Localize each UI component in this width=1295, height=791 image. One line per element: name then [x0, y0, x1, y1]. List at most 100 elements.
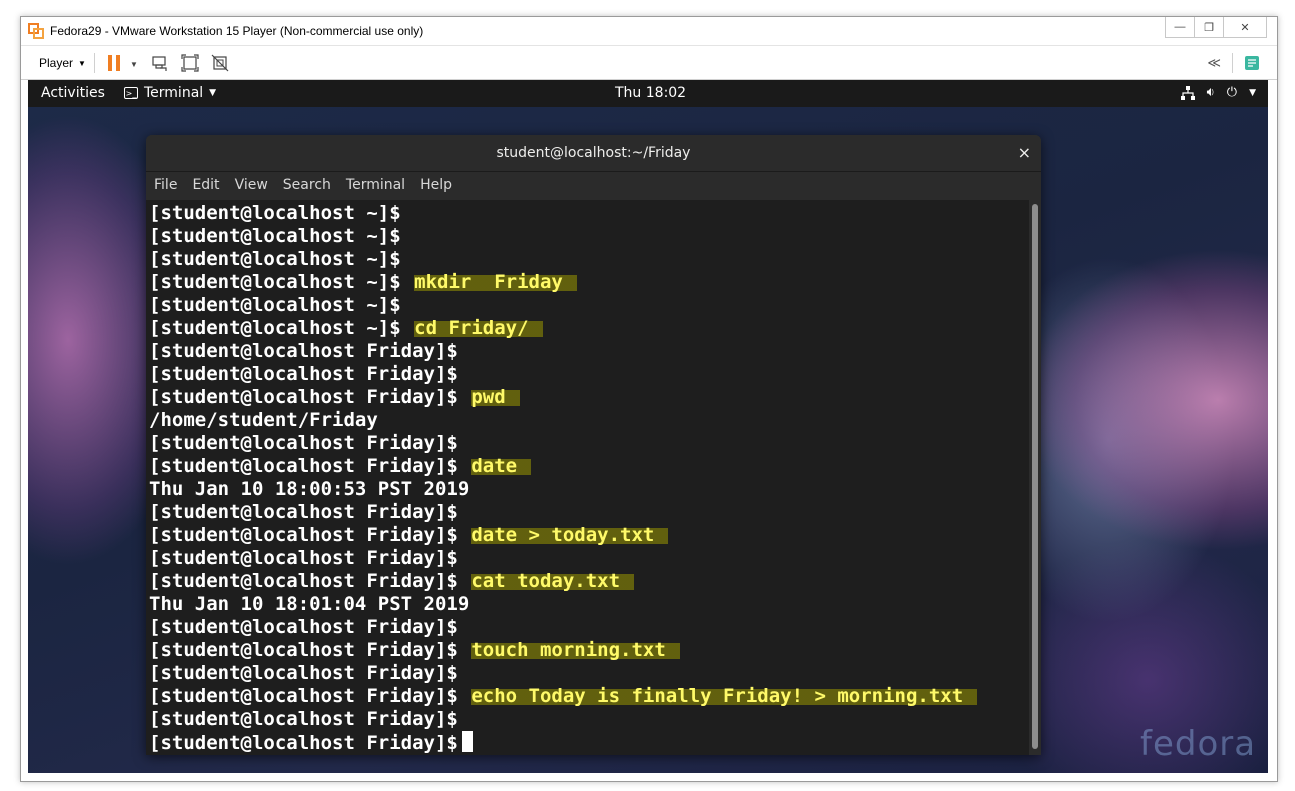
terminal-line: [student@localhost Friday]$: [149, 662, 458, 685]
terminal-prompt: [student@localhost Friday]$: [149, 708, 458, 730]
terminal-prompt: [student@localhost ~]$: [149, 202, 401, 224]
power-icon: ⏻: [1226, 85, 1238, 100]
terminal-prompt: [student@localhost Friday]$: [149, 732, 458, 754]
activities-button[interactable]: Activities: [41, 85, 105, 101]
notes-icon[interactable]: [1243, 54, 1261, 72]
vmware-window-title: Fedora29 - VMware Workstation 15 Player …: [50, 24, 424, 38]
terminal-command: cat today.txt: [471, 570, 635, 592]
terminal-line: [student@localhost ~]$ mkdir Friday: [149, 271, 577, 294]
pause-icon[interactable]: [108, 55, 120, 71]
terminal-menubar: File Edit View Search Terminal Help: [146, 172, 1041, 200]
terminal-command: pwd: [471, 386, 520, 408]
terminal-line: [student@localhost Friday]$: [149, 501, 458, 524]
terminal-line: [student@localhost ~]$: [149, 202, 401, 225]
terminal-line: Thu Jan 10 18:00:53 PST 2019: [149, 478, 469, 501]
collapse-toolbar-icon[interactable]: ≪: [1207, 55, 1221, 71]
terminal-line: [student@localhost Friday]$: [149, 340, 458, 363]
fedora-wallpaper-logo: fedora: [1140, 724, 1257, 764]
terminal-window[interactable]: student@localhost:~/Friday × File Edit V…: [146, 135, 1041, 755]
chevron-down-icon: ▼: [209, 88, 217, 98]
vmware-toolbar: Player ▼ ▼ ≪: [21, 45, 1277, 80]
terminal-line: [student@localhost ~]$ cd Friday/: [149, 317, 543, 340]
terminal-command: date > today.txt: [471, 524, 669, 546]
guest-screen[interactable]: Activities >_ Terminal ▼ Thu 18:02 🔉︎ ⏻ …: [28, 80, 1268, 773]
terminal-line: [student@localhost Friday]$ echo Today i…: [149, 685, 978, 708]
terminal-line: [student@localhost Friday]$ date > today…: [149, 524, 669, 547]
terminal-prompt: [student@localhost ~]$: [149, 225, 401, 247]
terminal-line: [student@localhost Friday]$: [149, 363, 458, 386]
network-icon: [1180, 85, 1195, 100]
fit-guest-icon[interactable]: [181, 54, 199, 72]
gnome-top-bar: Activities >_ Terminal ▼ Thu 18:02 🔉︎ ⏻ …: [28, 80, 1268, 107]
unity-icon[interactable]: [211, 54, 229, 72]
terminal-command: echo Today is finally Friday! > morning.…: [471, 685, 978, 707]
terminal-prompt: [student@localhost Friday]$: [149, 616, 458, 638]
text-cursor: [461, 731, 473, 752]
terminal-command: mkdir Friday: [414, 271, 577, 293]
terminal-prompt: [student@localhost ~]$: [149, 294, 401, 316]
menu-help[interactable]: Help: [412, 172, 459, 200]
terminal-command: cd Friday/: [414, 317, 543, 339]
terminal-app-icon: >_: [124, 87, 138, 99]
chevron-down-icon: ▼: [78, 58, 86, 68]
volume-icon: 🔉︎: [1206, 85, 1215, 100]
chevron-down-icon[interactable]: ▼: [130, 60, 138, 69]
terminal-prompt: [student@localhost Friday]$: [149, 662, 458, 684]
terminal-scrollbar[interactable]: [1029, 200, 1041, 755]
terminal-line: [student@localhost ~]$: [149, 225, 401, 248]
system-tray[interactable]: 🔉︎ ⏻ ▼: [1180, 85, 1256, 100]
terminal-prompt: [student@localhost Friday]$: [149, 386, 458, 408]
terminal-line: [student@localhost Friday]$ date: [149, 455, 532, 478]
terminal-prompt: [student@localhost Friday]$: [149, 455, 458, 477]
menu-file[interactable]: File: [146, 172, 184, 200]
minimize-button[interactable]: —: [1165, 17, 1195, 38]
scrollbar-thumb[interactable]: [1032, 204, 1038, 749]
window-controls: — ❐ ✕: [1165, 17, 1267, 38]
terminal-prompt: [student@localhost Friday]$: [149, 547, 458, 569]
terminal-prompt: [student@localhost Friday]$: [149, 501, 458, 523]
terminal-line: [student@localhost Friday]$ touch mornin…: [149, 639, 680, 662]
terminal-line: [student@localhost ~]$: [149, 248, 401, 271]
terminal-command: date: [471, 455, 532, 477]
player-menu-label: Player: [39, 56, 74, 70]
terminal-prompt: [student@localhost Friday]$: [149, 432, 458, 454]
terminal-line: [student@localhost Friday]$: [149, 731, 473, 754]
terminal-prompt: /home/student/Friday: [149, 409, 378, 431]
terminal-command: touch morning.txt: [471, 639, 680, 661]
terminal-line: [student@localhost Friday]$: [149, 432, 458, 455]
terminal-prompt: [student@localhost ~]$: [149, 248, 401, 270]
menu-view[interactable]: View: [227, 172, 275, 200]
restore-button[interactable]: ❐: [1195, 17, 1224, 38]
terminal-prompt: [student@localhost Friday]$: [149, 639, 458, 661]
terminal-line: Thu Jan 10 18:01:04 PST 2019: [149, 593, 469, 616]
vmware-window: Fedora29 - VMware Workstation 15 Player …: [20, 16, 1278, 782]
terminal-close-button[interactable]: ×: [1018, 143, 1031, 162]
terminal-line: [student@localhost Friday]$: [149, 708, 458, 731]
vmware-logo-icon: [28, 23, 44, 39]
terminal-header-bar[interactable]: student@localhost:~/Friday ×: [146, 135, 1041, 172]
terminal-prompt: [student@localhost Friday]$: [149, 340, 458, 362]
menu-search[interactable]: Search: [275, 172, 338, 200]
menu-terminal[interactable]: Terminal: [338, 172, 412, 200]
send-ctrl-alt-del-icon[interactable]: [151, 54, 169, 72]
terminal-prompt: Thu Jan 10 18:01:04 PST 2019: [149, 593, 470, 615]
terminal-line: [student@localhost Friday]$: [149, 616, 458, 639]
terminal-prompt: [student@localhost Friday]$: [149, 363, 458, 385]
app-menu-label: Terminal: [144, 85, 204, 101]
terminal-line: [student@localhost ~]$: [149, 294, 401, 317]
terminal-output[interactable]: [student@localhost ~]$ [student@localhost…: [146, 200, 1029, 755]
terminal-prompt: [student@localhost Friday]$: [149, 570, 458, 592]
terminal-line: [student@localhost Friday]$: [149, 547, 458, 570]
player-menu-button[interactable]: Player ▼: [39, 56, 86, 70]
app-menu-button[interactable]: >_ Terminal ▼: [124, 85, 216, 101]
terminal-prompt: [student@localhost Friday]$: [149, 524, 458, 546]
toolbar-divider: [1232, 53, 1233, 73]
terminal-line: [student@localhost Friday]$ pwd: [149, 386, 520, 409]
clock[interactable]: Thu 18:02: [615, 85, 686, 101]
terminal-title: student@localhost:~/Friday: [496, 145, 691, 161]
terminal-prompt: [student@localhost ~]$: [149, 271, 401, 293]
terminal-line: [student@localhost Friday]$ cat today.tx…: [149, 570, 635, 593]
menu-edit[interactable]: Edit: [184, 172, 226, 200]
vmware-titlebar: Fedora29 - VMware Workstation 15 Player …: [21, 17, 1277, 45]
close-button[interactable]: ✕: [1224, 17, 1267, 38]
